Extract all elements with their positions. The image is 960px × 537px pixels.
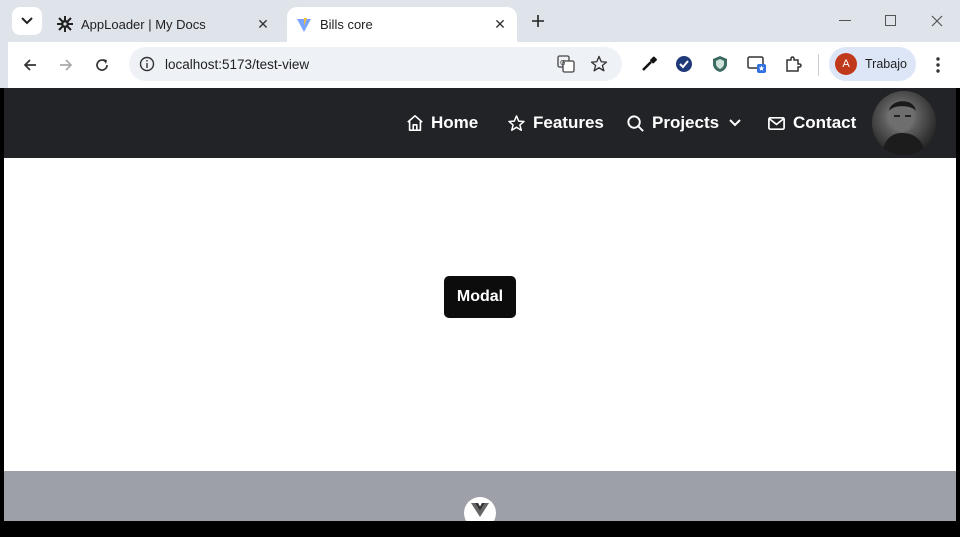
nav-features-label: Features [533,113,604,132]
star-icon [508,114,525,131]
arrow-left-icon [23,59,36,71]
nav-features-link[interactable]: Features [507,110,604,136]
nav-projects-link[interactable]: Projects [626,110,741,136]
nav-projects-label: Projects [652,113,720,132]
user-photo-icon [882,101,926,155]
profile-avatar: A [835,53,857,75]
nav-contact-link[interactable]: Contact [767,110,856,136]
tab-strip: AppLoader | My Docs ✕ Bills core ✕ [4,0,960,42]
bookmark-star-icon[interactable] [590,55,608,73]
user-avatar[interactable] [872,91,936,155]
cast-extension-icon[interactable] [747,54,767,74]
reload-button[interactable] [91,54,113,76]
forward-button[interactable] [55,54,77,76]
profile-name: Trabajo [865,57,907,71]
tab-apploader[interactable]: AppLoader | My Docs ✕ [48,7,280,41]
nav-home-label: Home [431,113,479,132]
browser-window: AppLoader | My Docs ✕ Bills core ✕ local… [0,0,960,537]
plus-icon [532,15,544,27]
close-tab-icon[interactable]: ✕ [491,16,509,34]
site-info-icon[interactable] [139,56,155,72]
new-tab-button[interactable] [528,11,548,31]
shield-extension-icon[interactable] [710,54,730,74]
mail-icon [768,116,785,130]
vue-logo-button[interactable] [464,497,496,521]
nav-contact-label: Contact [793,113,857,132]
vite-logo-icon [296,17,312,33]
maximize-button[interactable] [880,10,902,32]
close-icon [931,15,943,27]
check-extension-icon[interactable] [674,54,694,74]
reload-icon [96,59,108,71]
page-footer [4,471,956,521]
back-button[interactable] [19,54,41,76]
address-bar[interactable]: localhost:5173/test-view G [129,47,622,81]
home-icon [407,114,423,132]
tab-title: Bills core [320,17,373,32]
chevron-down-icon [21,17,33,25]
site-navbar: Home Features Projects Contact [4,88,956,158]
gear-icon [57,16,73,32]
search-icon [627,114,644,132]
browser-chrome: AppLoader | My Docs ✕ Bills core ✕ local… [0,0,960,88]
svg-text:G: G [560,59,565,67]
open-modal-button[interactable]: Modal [444,276,516,318]
minimize-icon [839,20,851,21]
more-vertical-icon [936,57,940,73]
maximize-icon [885,15,896,26]
minimize-button[interactable] [834,10,856,32]
tab-search-button[interactable] [12,7,42,35]
tab-title: AppLoader | My Docs [81,16,206,32]
vue-logo-icon [471,503,489,517]
profile-button[interactable]: A Trabajo [829,47,916,81]
close-window-button[interactable] [926,10,948,32]
eyedropper-extension-icon[interactable] [639,54,659,74]
browser-toolbar: localhost:5173/test-view G A Trabajo [8,42,960,88]
close-tab-icon[interactable]: ✕ [254,15,272,33]
toolbar-divider [818,54,819,76]
url-text: localhost:5173/test-view [165,57,310,72]
extensions-puzzle-icon[interactable] [783,54,803,74]
arrow-right-icon [60,59,73,71]
nav-home-link[interactable]: Home [406,110,478,136]
translate-icon[interactable]: G [557,55,575,73]
chevron-down-icon [729,119,741,127]
tab-bills-core[interactable]: Bills core ✕ [287,7,517,42]
browser-menu-button[interactable] [928,54,948,76]
web-page: Home Features Projects Contact Modal [4,88,956,521]
